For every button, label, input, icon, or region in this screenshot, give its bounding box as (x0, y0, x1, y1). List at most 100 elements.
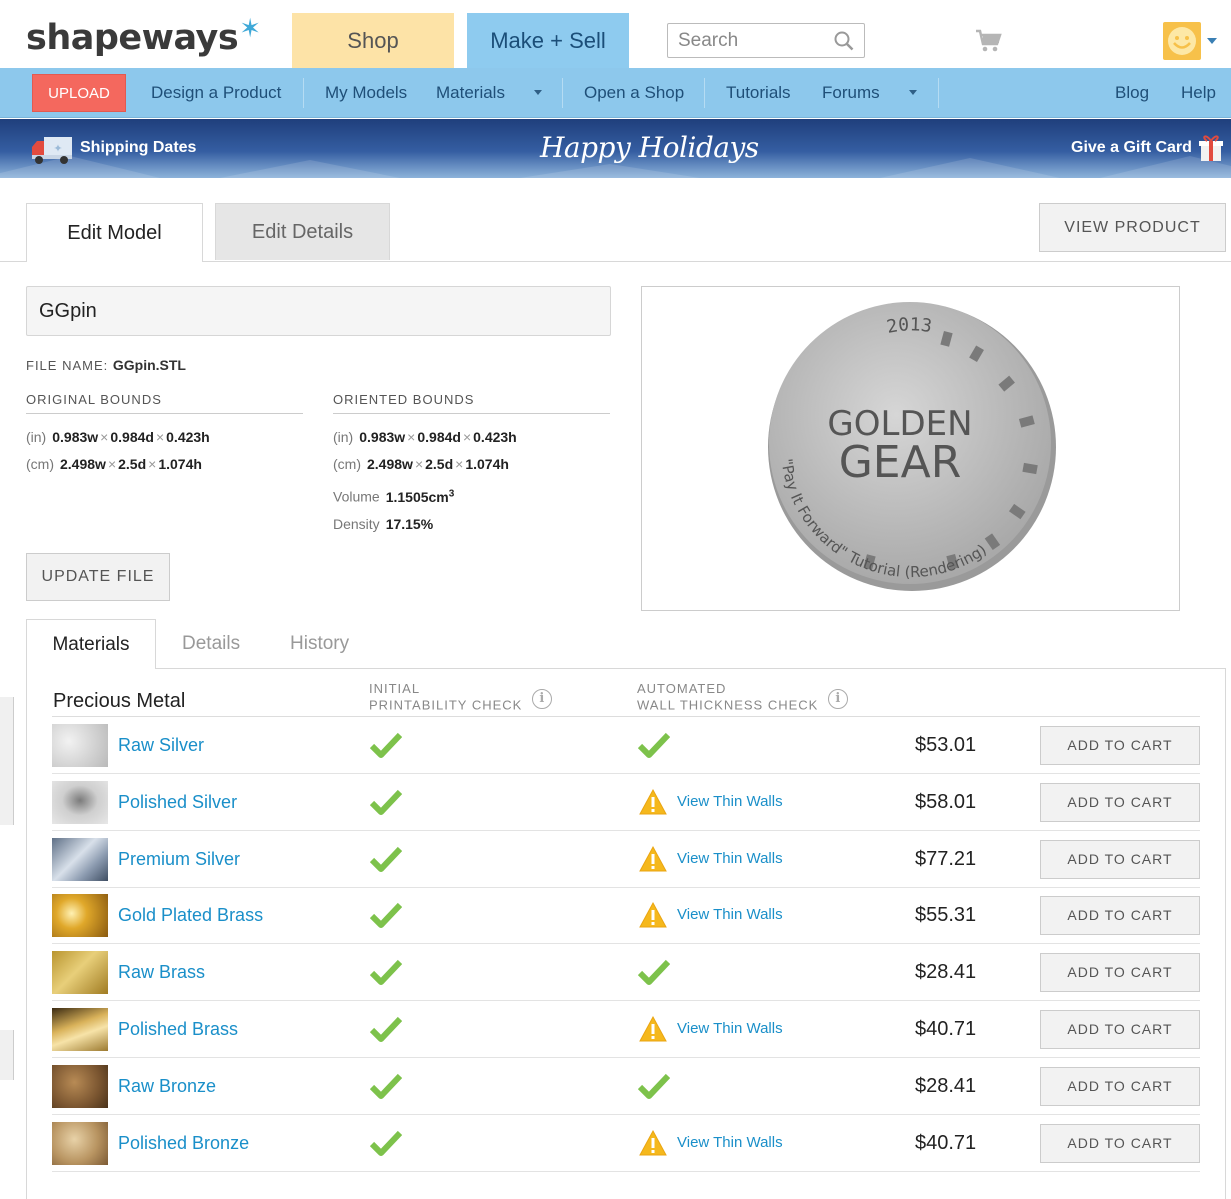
search-input[interactable] (668, 24, 828, 58)
warning-icon (638, 1129, 668, 1162)
material-price: $40.71 (915, 1018, 977, 1040)
table-row: Raw Brass $28.41 ADD TO CART (52, 944, 1200, 1002)
table-row: Gold Plated Brass View Thin Walls $55.31 AD… (52, 887, 1200, 945)
nav-divider (704, 78, 705, 108)
holiday-banner: ✦ Shipping Dates Happy Holidays Give a G… (0, 119, 1231, 178)
logo-text: shapeways (26, 18, 239, 58)
add-to-cart-button[interactable]: ADD TO CART (1040, 1123, 1200, 1163)
tab-edit-model[interactable]: Edit Model (26, 203, 203, 262)
view-thin-walls-link[interactable]: View Thin Walls (677, 1134, 783, 1151)
check-icon (369, 1129, 403, 1162)
add-to-cart-button[interactable]: ADD TO CART (1040, 953, 1200, 993)
nav-forums[interactable]: Forums (822, 68, 880, 118)
material-price: $77.21 (915, 847, 977, 870)
material-thumbnail[interactable] (52, 780, 108, 824)
material-thumbnail[interactable] (52, 951, 108, 995)
material-price: $55.31 (915, 904, 977, 927)
view-thin-walls-link[interactable]: View Thin Walls (677, 1020, 783, 1037)
nav-divider (562, 78, 563, 108)
add-to-cart-button[interactable]: ADD TO CART (1040, 782, 1200, 822)
material-thumbnail[interactable] (52, 724, 108, 767)
avatar[interactable] (1163, 22, 1201, 60)
view-product-button[interactable]: VIEW PRODUCT (1039, 203, 1226, 252)
forums-chevron-down-icon[interactable] (909, 90, 917, 95)
materials-chevron-down-icon[interactable] (534, 90, 542, 95)
material-name-link[interactable]: Raw Bronze (118, 1076, 216, 1097)
check-icon (637, 1072, 671, 1105)
material-thumbnail[interactable] (52, 894, 108, 938)
tab-edit-details[interactable]: Edit Details (215, 203, 390, 260)
add-to-cart-button[interactable]: ADD TO CART (1040, 1066, 1200, 1106)
info-icon[interactable]: i (828, 689, 849, 709)
shipping-dates-link[interactable]: Shipping Dates (80, 139, 196, 157)
add-to-cart-button[interactable]: ADD TO CART (1040, 896, 1200, 936)
update-file-button[interactable]: UPDATE FILE (26, 553, 170, 601)
section-precious-metal: Precious Metal (53, 690, 186, 712)
warning-icon (638, 845, 668, 878)
gift-card-link[interactable]: Give a Gift Card (1071, 139, 1192, 157)
truck-icon: ✦ (30, 135, 74, 170)
tab-details[interactable]: Details (182, 619, 240, 669)
side-panel-edge (0, 1030, 14, 1080)
material-name-link[interactable]: Polished Silver (118, 792, 237, 813)
smiley-icon (1168, 27, 1196, 55)
oriented-bounds-cm: (cm) 2.498w × 2.5d × 1.074h (333, 456, 509, 472)
material-name-link[interactable]: Premium Silver (118, 849, 240, 870)
model-name-field[interactable]: GGpin (26, 286, 611, 336)
material-price: $28.41 (915, 961, 977, 984)
file-name-value: GGpin.STL (112, 357, 186, 373)
material-name-link[interactable]: Polished Bronze (118, 1133, 249, 1154)
nav-materials[interactable]: Materials (436, 68, 505, 118)
make-sell-tab[interactable]: Make + Sell (467, 13, 629, 68)
shapeways-logo[interactable]: shapeways✶ (26, 14, 261, 58)
nav-my-models[interactable]: My Models (325, 68, 407, 118)
material-thumbnail[interactable] (52, 1064, 108, 1108)
nav-tutorials[interactable]: Tutorials (726, 68, 791, 118)
view-thin-walls-link[interactable]: View Thin Walls (677, 793, 783, 810)
nav-blog[interactable]: Blog (1115, 68, 1149, 118)
original-bounds-heading: ORIGINAL BOUNDS (26, 392, 303, 414)
view-thin-walls-link[interactable]: View Thin Walls (677, 906, 783, 923)
nav-open-a-shop[interactable]: Open a Shop (584, 68, 684, 118)
check-icon (369, 845, 403, 878)
nav-divider (303, 78, 304, 108)
material-name-link[interactable]: Polished Brass (118, 1019, 238, 1040)
gift-icon (1198, 133, 1224, 168)
shop-tab[interactable]: Shop (292, 13, 454, 68)
add-to-cart-button[interactable]: ADD TO CART (1040, 839, 1200, 879)
check-icon (369, 901, 403, 934)
material-thumbnail[interactable] (52, 1121, 108, 1165)
material-thumbnail[interactable] (52, 1008, 108, 1051)
view-thin-walls-link[interactable]: View Thin Walls (677, 850, 783, 867)
oriented-bounds-heading: ORIENTED BOUNDS (333, 392, 610, 414)
original-bounds-cm: (cm) 2.498w × 2.5d × 1.074h (26, 456, 202, 472)
add-to-cart-button[interactable]: ADD TO CART (1040, 726, 1200, 765)
model-preview[interactable]: 2013 "Pay It Forward" Tutorial (Renderin… (641, 286, 1180, 611)
file-name: FILE NAME: GGpin.STL (26, 357, 186, 373)
check-icon (637, 731, 671, 764)
cart-icon[interactable] (975, 29, 1003, 58)
material-name-link[interactable]: Raw Silver (118, 735, 204, 756)
coin-render: 2013 "Pay It Forward" Tutorial (Renderin… (768, 302, 1056, 591)
add-to-cart-button[interactable]: ADD TO CART (1040, 1010, 1200, 1049)
nav-help[interactable]: Help (1181, 68, 1216, 118)
file-name-label: FILE NAME: (26, 358, 109, 373)
info-icon[interactable]: i (532, 689, 553, 709)
check-icon (369, 958, 403, 991)
original-bounds-in: (in) 0.983w × 0.984d × 0.423h (26, 429, 210, 445)
search-icon[interactable] (834, 31, 854, 56)
oriented-bounds-in: (in) 0.983w × 0.984d × 0.423h (333, 429, 517, 445)
upload-button[interactable]: UPLOAD (32, 74, 126, 112)
material-name-link[interactable]: Gold Plated Brass (118, 905, 263, 926)
warning-icon (638, 1015, 668, 1048)
material-price: $28.41 (915, 1074, 977, 1097)
tab-materials[interactable]: Materials (26, 619, 156, 669)
side-panel-edge (0, 697, 14, 825)
material-name-link[interactable]: Raw Brass (118, 962, 205, 983)
avatar-chevron-down-icon[interactable] (1207, 38, 1217, 44)
warning-icon (638, 788, 668, 821)
table-row: Polished Brass View Thin Walls $40.71 ADD T… (52, 1001, 1200, 1058)
tab-history[interactable]: History (290, 619, 349, 669)
material-thumbnail[interactable] (52, 837, 108, 881)
nav-design-a-product[interactable]: Design a Product (151, 68, 281, 118)
